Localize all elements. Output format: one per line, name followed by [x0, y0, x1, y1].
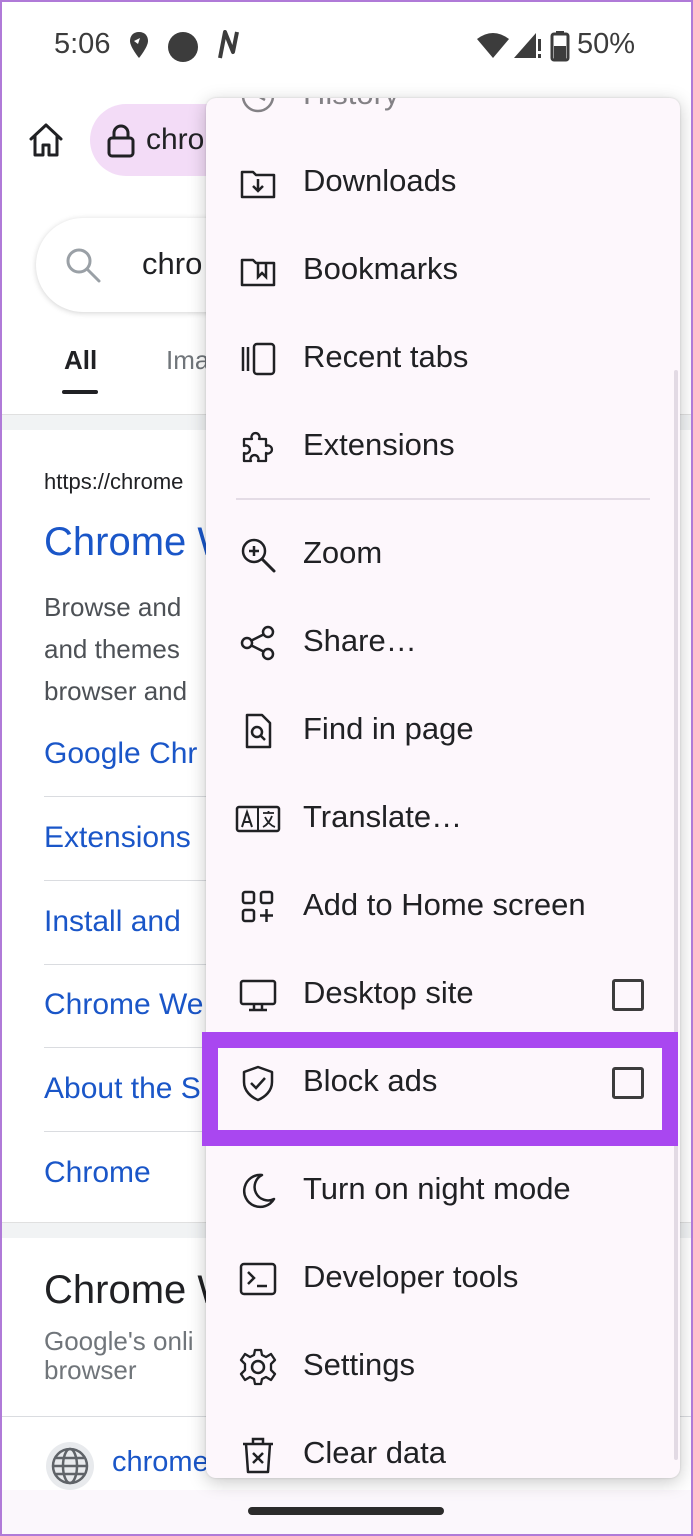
- lock-icon: [107, 124, 135, 158]
- sitelink[interactable]: About the S: [44, 1072, 201, 1106]
- sitelink[interactable]: Install and: [44, 905, 181, 939]
- sitelink-divider: [44, 796, 224, 797]
- sitelink[interactable]: Extensions: [44, 821, 191, 855]
- history-icon: [241, 98, 275, 113]
- nfc-n-icon: [218, 30, 239, 59]
- battery-percentage: 50%: [577, 28, 636, 60]
- trash-icon: [243, 1437, 273, 1474]
- site-link[interactable]: chrome: [112, 1446, 209, 1479]
- menu-scrollbar[interactable]: [674, 370, 678, 1460]
- menu-item-label: Find in page: [303, 711, 474, 746]
- menu-item-night-mode[interactable]: Turn on night mode: [206, 1147, 680, 1235]
- battery-icon: [550, 31, 570, 62]
- menu-item-extensions[interactable]: Extensions: [206, 403, 680, 491]
- menu-item-settings[interactable]: Settings: [206, 1323, 680, 1411]
- shield-icon: [242, 1065, 274, 1102]
- menu-item-label: Downloads: [303, 163, 457, 198]
- result-snippet-line: browser and: [44, 676, 188, 706]
- menu-item-label: Developer tools: [303, 1259, 519, 1294]
- tab-all[interactable]: All: [64, 345, 97, 376]
- menu-item-label: Clear data: [303, 1435, 447, 1470]
- gesture-handle[interactable]: [248, 1507, 444, 1515]
- menu-item-label: Desktop site: [303, 975, 474, 1010]
- location-pin-icon: [130, 32, 148, 58]
- menu-item-label: Extensions: [303, 427, 455, 462]
- sitelink[interactable]: Google Chr: [44, 737, 197, 771]
- home-icon[interactable]: [26, 120, 66, 160]
- menu-item-bookmarks[interactable]: Bookmarks: [206, 227, 680, 315]
- menu-item-label: Zoom: [303, 535, 383, 570]
- menu-item-label: Block ads: [303, 1063, 438, 1098]
- extensions-icon: [242, 431, 274, 463]
- sitelink-divider: [44, 1047, 224, 1048]
- find-in-page-icon: [245, 713, 272, 749]
- cell-signal-icon: [514, 33, 541, 58]
- globe-icon: [46, 1442, 94, 1490]
- desktop-icon: [239, 979, 277, 1012]
- sitelink-divider: [44, 964, 224, 965]
- overflow-menu: History Downloads Bookmarks Recent tabs …: [206, 98, 680, 1478]
- gear-icon: [239, 1348, 277, 1386]
- menu-item-find-in-page[interactable]: Find in page: [206, 687, 680, 775]
- block-ads-checkbox[interactable]: [612, 1067, 644, 1099]
- menu-item-label: Translate…: [303, 799, 463, 834]
- menu-item-zoom[interactable]: Zoom: [206, 511, 680, 599]
- add-to-home-icon: [241, 890, 274, 923]
- menu-item-label: Settings: [303, 1347, 416, 1382]
- menu-item-label: Turn on night mode: [303, 1171, 571, 1206]
- translate-icon: [235, 805, 281, 833]
- result-snippet-line: Browse and: [44, 592, 182, 622]
- result-url: https://chrome: [44, 469, 184, 494]
- menu-item-label: History: [303, 98, 399, 112]
- card-subtitle: Google's onli: [44, 1326, 194, 1356]
- sitelink-divider: [44, 880, 224, 881]
- menu-item-label: Share…: [303, 623, 417, 658]
- desktop-site-checkbox[interactable]: [612, 979, 644, 1011]
- downloads-icon: [240, 170, 276, 199]
- status-time: 5:06: [54, 28, 111, 60]
- search-query: chro: [142, 246, 203, 281]
- menu-item-downloads[interactable]: Downloads: [206, 139, 680, 227]
- menu-item-recent-tabs[interactable]: Recent tabs: [206, 315, 680, 403]
- card-subtitle: browser: [44, 1355, 137, 1385]
- menu-divider: [236, 498, 650, 500]
- bookmarks-icon: [240, 258, 276, 287]
- menu-item-translate[interactable]: Translate…: [206, 775, 680, 863]
- sitelink[interactable]: Chrome We: [44, 988, 204, 1022]
- tab-all-underline: [62, 390, 98, 394]
- record-dot-icon: [168, 32, 198, 62]
- share-icon: [240, 625, 275, 661]
- menu-item-label: Add to Home screen: [303, 887, 586, 922]
- tab-images[interactable]: Ima: [166, 345, 209, 376]
- moon-icon: [242, 1173, 276, 1209]
- status-bar: 5:06 50%: [0, 0, 693, 92]
- omnibox-url: chro: [146, 123, 205, 156]
- menu-item-share[interactable]: Share…: [206, 599, 680, 687]
- sitelink-divider: [44, 1131, 224, 1132]
- menu-item-history[interactable]: History: [206, 98, 680, 140]
- menu-item-developer-tools[interactable]: Developer tools: [206, 1235, 680, 1323]
- menu-item-block-ads[interactable]: Block ads: [206, 1039, 680, 1127]
- terminal-icon: [239, 1262, 277, 1296]
- wifi-icon: [477, 33, 509, 58]
- menu-item-add-to-home[interactable]: Add to Home screen: [206, 863, 680, 951]
- zoom-icon: [241, 538, 276, 573]
- recent-tabs-icon: [241, 342, 276, 376]
- menu-item-label: Bookmarks: [303, 251, 459, 286]
- menu-item-label: Recent tabs: [303, 339, 469, 374]
- menu-item-clear-data[interactable]: Clear data: [206, 1411, 680, 1478]
- sitelink[interactable]: Chrome: [44, 1156, 151, 1190]
- search-icon: [66, 248, 101, 283]
- result-snippet-line: and themes: [44, 634, 180, 664]
- menu-item-desktop-site[interactable]: Desktop site: [206, 951, 680, 1039]
